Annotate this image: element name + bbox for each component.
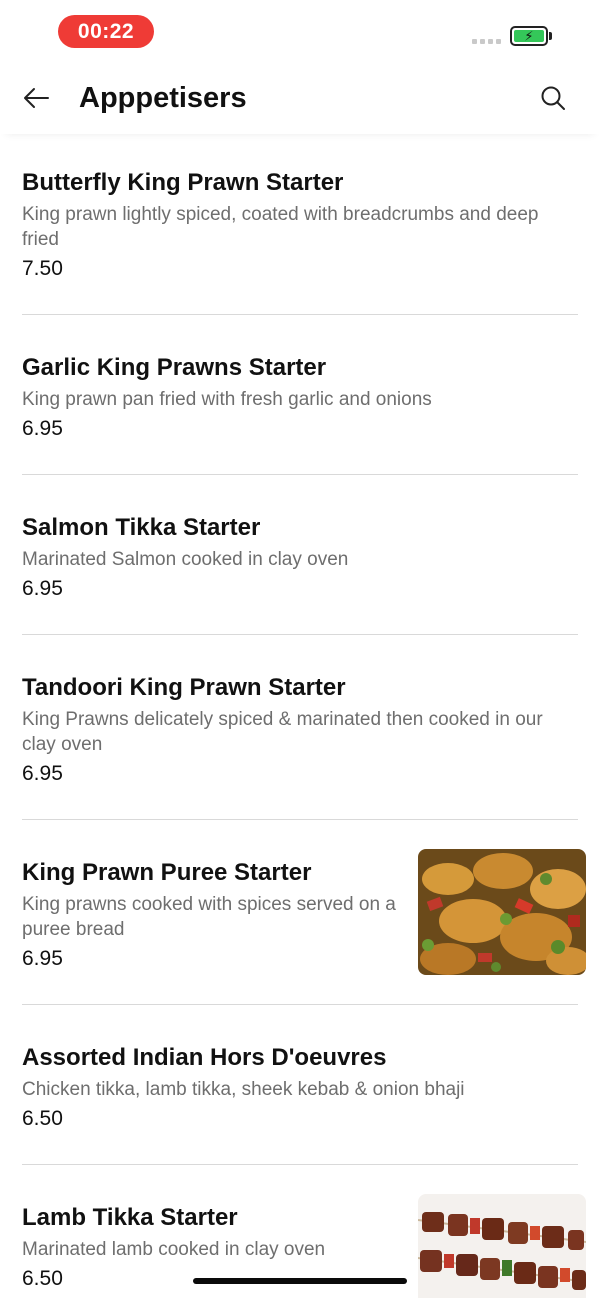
menu-item[interactable]: Garlic King Prawns Starter King prawn pa… [22,315,578,475]
item-description: King prawns cooked with spices served on… [22,894,396,940]
item-description: King Prawns delicately spiced & marinate… [22,709,543,755]
signal-dots-icon [472,39,501,44]
item-price: 6.95 [22,417,63,440]
item-price: 6.95 [22,947,63,970]
item-name: King Prawn Puree Starter [22,859,312,886]
menu-item[interactable]: Assorted Indian Hors D'oeuvres Chicken t… [22,1005,578,1165]
arrow-left-icon [24,88,49,108]
prawn-curry-photo [418,849,586,975]
item-description: Chicken tikka, lamb tikka, sheek kebab &… [22,1079,465,1100]
status-time: 00:22 [58,15,154,48]
item-description: Marinated lamb cooked in clay oven [22,1239,326,1260]
app-header: Apppetisers [0,62,600,134]
back-button[interactable] [18,80,54,116]
lamb-skewers-photo [418,1194,586,1298]
page-title: Apppetisers [79,82,247,114]
item-price: 7.50 [22,257,63,280]
item-price: 6.95 [22,762,63,785]
item-price: 6.95 [22,577,63,600]
item-description: King prawn pan fried with fresh garlic a… [22,389,432,410]
item-price: 6.50 [22,1107,63,1130]
item-name: Salmon Tikka Starter [22,514,261,541]
item-name: Assorted Indian Hors D'oeuvres [22,1044,387,1071]
item-description: King prawn lightly spiced, coated with b… [22,204,539,250]
item-name: Tandoori King Prawn Starter [22,674,346,701]
menu-item[interactable]: King Prawn Puree Starter King prawns coo… [22,820,586,1005]
home-indicator[interactable] [193,1278,407,1284]
search-icon [541,86,565,110]
battery-charging-icon: ⚡ [510,26,548,46]
item-name: Lamb Tikka Starter [22,1204,238,1231]
item-description: Marinated Salmon cooked in clay oven [22,549,349,570]
menu-item[interactable]: Salmon Tikka Starter Marinated Salmon co… [22,475,578,635]
search-button[interactable] [535,80,571,116]
menu-list: Butterfly King Prawn Starter King prawn … [0,134,600,1298]
battery-cap [549,32,552,40]
item-name: Garlic King Prawns Starter [22,354,327,381]
menu-item[interactable]: Butterfly King Prawn Starter King prawn … [22,134,578,315]
item-name: Butterfly King Prawn Starter [22,169,344,196]
status-bar: 00:22 ⚡ [0,0,600,62]
menu-item[interactable]: Tandoori King Prawn Starter King Prawns … [22,635,578,820]
